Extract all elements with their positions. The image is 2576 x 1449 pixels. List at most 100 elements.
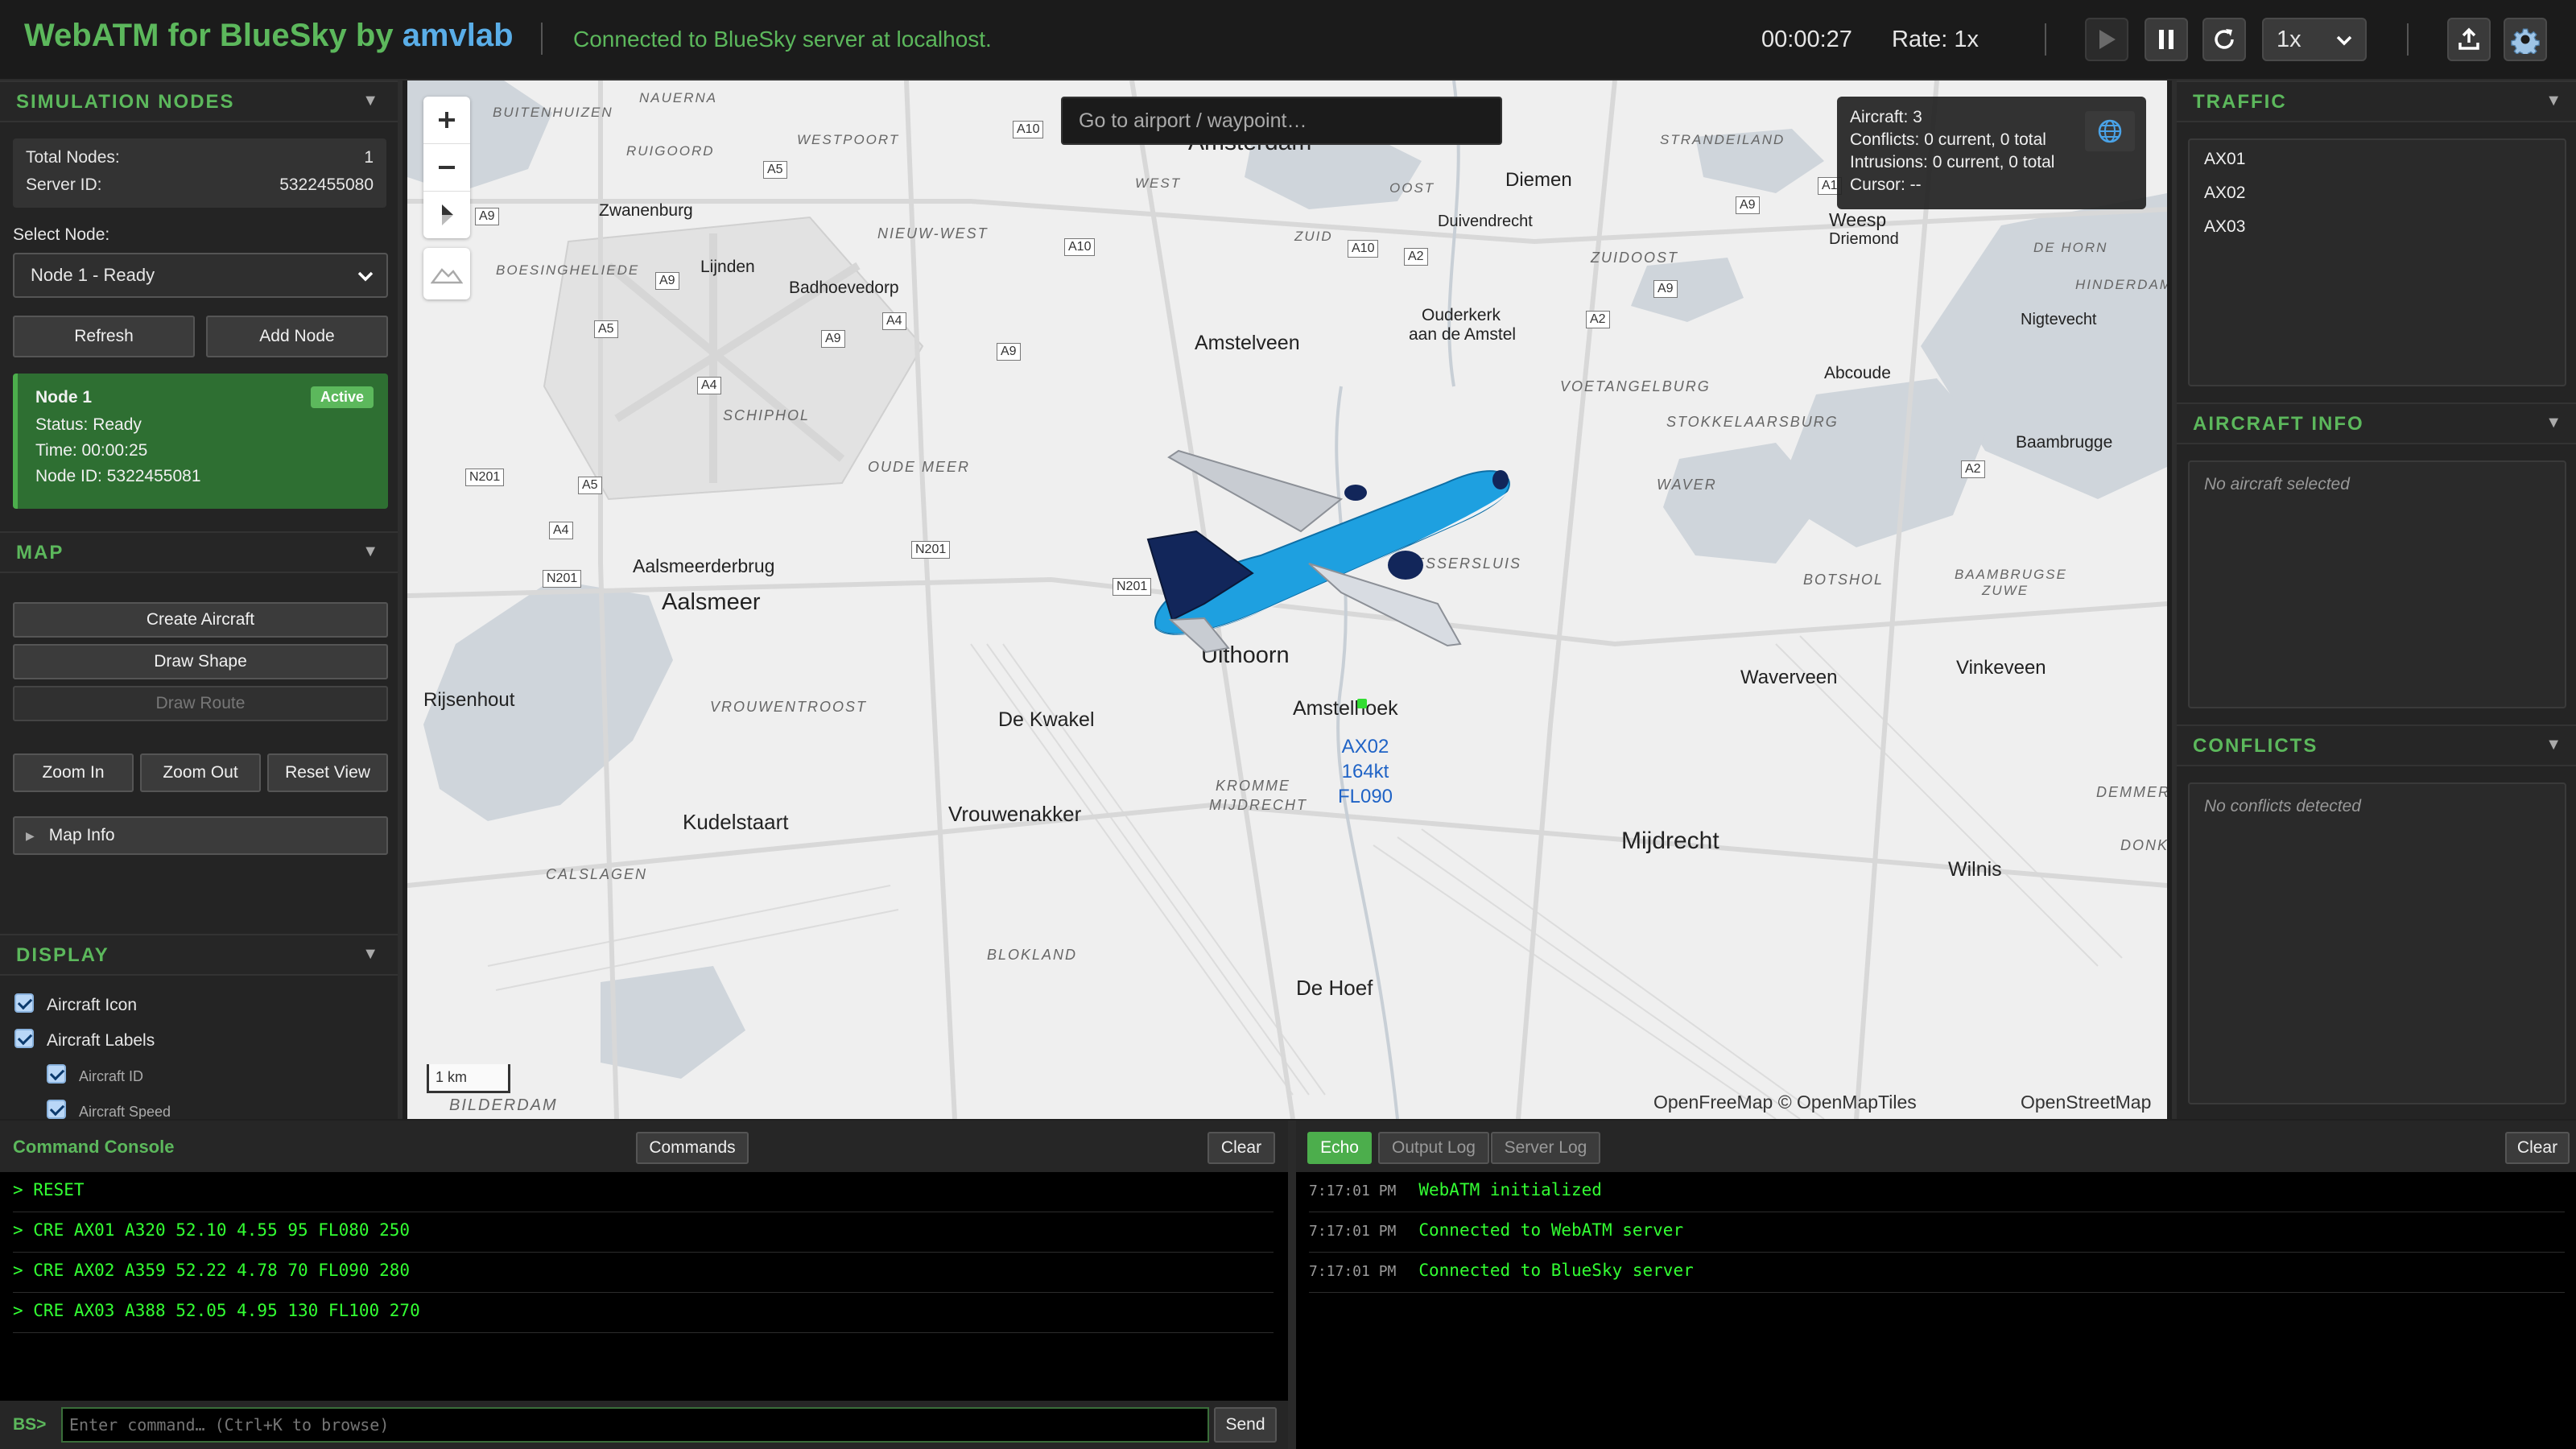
district-label: BILDERDAM [449, 1096, 558, 1114]
map-zoom-out-button[interactable] [423, 144, 470, 192]
map-terrain-button[interactable] [423, 248, 470, 299]
aircraft-id-checkbox[interactable] [47, 1064, 66, 1084]
district-label: BAAMBRUGSE [1955, 567, 2067, 582]
conflicts-section-header[interactable]: CONFLICTS ▼ [2177, 724, 2576, 766]
place-label: Baambrugge [2016, 433, 2113, 452]
command-input-bar: BS> Send [0, 1401, 1288, 1449]
console-history-line: > RESET [13, 1172, 1274, 1212]
right-panel: TRAFFIC ▼ AX01 AX02 AX03 AIRCRAFT INFO ▼… [2172, 80, 2576, 1119]
traffic-item[interactable]: AX03 [2204, 217, 2245, 237]
place-label: Wilnis [1948, 858, 2002, 881]
place-label: Amstelhoek [1293, 697, 1398, 720]
district-label: DONKER [2120, 837, 2167, 853]
place-label: Vrouwenakker [948, 802, 1082, 826]
display-section-header[interactable]: DISPLAY ▼ [0, 934, 398, 976]
speed-select[interactable]: 1x [2262, 18, 2367, 61]
console-prompt: BS> [13, 1415, 47, 1434]
log-line: 7:17:01 PM Connected to WebATM server [1309, 1212, 2565, 1253]
settings-button[interactable] [2504, 18, 2547, 61]
refresh-button[interactable]: Refresh [13, 316, 195, 357]
aircraft-marker[interactable] [1357, 699, 1367, 708]
map-view[interactable]: Amsterdam Amstelveen Aalsmeer Uithoorn M… [407, 80, 2167, 1119]
command-console: Command Console Commands Clear > RESET >… [0, 1121, 1288, 1449]
zoom-in-button[interactable]: Zoom In [13, 753, 134, 792]
pause-icon [2159, 30, 2174, 49]
console-clear-button[interactable]: Clear [1208, 1132, 1275, 1164]
aircraft-speed-checkbox[interactable] [47, 1100, 66, 1119]
play-button[interactable] [2085, 18, 2128, 61]
speed-select-value: 1x [2277, 26, 2301, 52]
create-aircraft-button[interactable]: Create Aircraft [13, 602, 388, 638]
place-label: Duivendrecht [1438, 213, 1533, 230]
road-shield: A4 [549, 522, 573, 539]
district-label: CALSLAGEN [546, 866, 648, 882]
node-select[interactable]: Node 1 - Ready [13, 253, 388, 298]
log-panel: Echo Output Log Server Log Clear 7:17:01… [1296, 1121, 2576, 1449]
minus-icon [439, 166, 455, 169]
road-shield: A2 [1961, 460, 1985, 478]
aircraft-label-speed: 164kt [1341, 761, 1389, 782]
add-node-button[interactable]: Add Node [206, 316, 388, 357]
road-shield: A9 [655, 272, 679, 290]
console-title: Command Console [13, 1137, 175, 1157]
road-shield: A4 [882, 312, 906, 330]
reset-button[interactable] [2202, 18, 2246, 61]
district-label: RUIGOORD [626, 143, 715, 159]
globe-view-button[interactable] [2085, 111, 2135, 151]
settings-gear-icon [2511, 28, 2540, 54]
road-shield: A5 [578, 477, 602, 494]
send-button[interactable]: Send [1214, 1407, 1277, 1443]
place-label: Amstelveen [1195, 332, 1300, 354]
district-label: WEST [1135, 175, 1182, 191]
district-label: BOESINGHELIEDE [496, 262, 640, 278]
traffic-item[interactable]: AX01 [2204, 150, 2245, 169]
road-shield: N201 [465, 469, 505, 486]
aircraft-model-icon[interactable] [1100, 362, 1567, 668]
traffic-section-header[interactable]: TRAFFIC ▼ [2177, 80, 2576, 122]
node-card[interactable]: Node 1 Active Status: Ready Time: 00:00:… [13, 374, 388, 509]
aircraft-icon-checkbox[interactable] [14, 993, 34, 1013]
globe-icon [2098, 119, 2122, 143]
console-history-line: > CRE AX01 A320 52.10 4.55 95 FL080 250 [13, 1212, 1274, 1253]
commands-button[interactable]: Commands [636, 1132, 749, 1164]
district-label: STOKKELAARSBURG [1666, 414, 1839, 430]
simulation-nodes-header[interactable]: SIMULATION NODES ▼ [0, 80, 398, 122]
road-shield: A10 [1064, 238, 1096, 256]
place-label: De Kwakel [998, 708, 1095, 731]
draw-route-button[interactable]: Draw Route [13, 686, 388, 721]
map-attribution[interactable]: OpenStreetMap [2021, 1092, 2151, 1113]
tab-server-log[interactable]: Server Log [1491, 1132, 1600, 1164]
app-title-brand: amvlab [402, 18, 514, 53]
road-shield: A9 [475, 208, 499, 225]
collapse-caret-icon: ▼ [2545, 92, 2562, 109]
command-input[interactable] [61, 1407, 1209, 1443]
zoom-out-button[interactable]: Zoom Out [140, 753, 261, 792]
map-section-header[interactable]: MAP ▼ [0, 531, 398, 573]
tab-echo[interactable]: Echo [1307, 1132, 1372, 1164]
draw-shape-button[interactable]: Draw Shape [13, 644, 388, 679]
tab-output-log[interactable]: Output Log [1378, 1132, 1489, 1164]
road-shield: A9 [1653, 280, 1678, 298]
console-splitter[interactable] [1288, 1121, 1296, 1449]
log-clear-button[interactable]: Clear [2505, 1132, 2570, 1164]
place-label: Diemen [1505, 169, 1572, 191]
pause-button[interactable] [2145, 18, 2188, 61]
place-label: Zwanenburg [599, 201, 693, 220]
place-label: Aalsmeerderbrug [633, 555, 775, 576]
map-search-input[interactable]: Go to airport / waypoint… [1061, 97, 1502, 145]
upload-button[interactable] [2447, 18, 2491, 61]
map-info-toggle[interactable]: ▶ Map Info [13, 816, 388, 855]
map-attribution[interactable]: OpenFreeMap © OpenMapTiles [1653, 1092, 1917, 1113]
district-label: KROMME [1216, 778, 1290, 794]
aircraft-label[interactable]: AX02 164kt FL090 [1317, 734, 1414, 809]
place-label: Kudelstaart [683, 810, 789, 834]
road-shield: A4 [697, 377, 721, 394]
aircraft-info-section-header[interactable]: AIRCRAFT INFO ▼ [2177, 402, 2576, 444]
place-label: Abcoude [1824, 364, 1891, 382]
map-zoom-in-button[interactable] [423, 97, 470, 144]
reset-view-button[interactable]: Reset View [267, 753, 388, 792]
aircraft-labels-checkbox[interactable] [14, 1029, 34, 1048]
aircraft-speed-label: Aircraft Speed [79, 1104, 171, 1119]
map-compass-button[interactable] [423, 192, 470, 238]
traffic-item[interactable]: AX02 [2204, 184, 2245, 203]
